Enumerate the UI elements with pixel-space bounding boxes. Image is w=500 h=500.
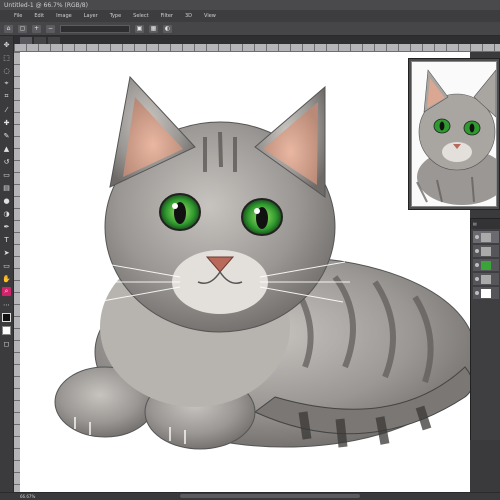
layer-row[interactable] — [473, 273, 499, 285]
history-brush-icon[interactable]: ↺ — [2, 157, 11, 166]
shape-tool-icon[interactable]: ▭ — [2, 261, 11, 270]
document-tabs — [14, 36, 500, 44]
move-tool-icon[interactable]: ✥ — [2, 40, 11, 49]
lasso-tool-icon[interactable]: ◌ — [2, 66, 11, 75]
visibility-eye-icon[interactable] — [475, 235, 479, 239]
healing-tool-icon[interactable]: ✚ — [2, 118, 11, 127]
navigator-panel[interactable] — [408, 58, 500, 210]
layer-thumbnail — [481, 288, 491, 298]
eyedropper-tool-icon[interactable]: ⁄ — [2, 105, 11, 114]
document-tab[interactable] — [48, 37, 60, 44]
layer-thumbnail — [481, 232, 491, 242]
visibility-eye-icon[interactable] — [475, 263, 479, 267]
document-tab[interactable] — [34, 37, 46, 44]
menu-3d[interactable]: 3D — [185, 13, 192, 19]
layer-row[interactable] — [473, 231, 499, 243]
menu-layer[interactable]: Layer — [84, 13, 98, 19]
document-tab[interactable] — [20, 37, 32, 44]
visibility-eye-icon[interactable] — [475, 277, 479, 281]
zoom-level[interactable]: 66.67% — [20, 494, 35, 499]
options-bar: ⌂ ▢ + − ▣ ▦ ◐ — [0, 22, 500, 36]
path-select-tool-icon[interactable]: ➤ — [2, 248, 11, 257]
document-canvas[interactable] — [20, 52, 475, 492]
menu-edit[interactable]: Edit — [34, 13, 44, 19]
quick-mask-icon[interactable]: ◻ — [2, 339, 11, 348]
option-mask-icon[interactable]: ◐ — [163, 24, 172, 33]
layers-panel: ▤ — [470, 218, 500, 440]
option-grid-icon[interactable]: ▦ — [149, 24, 158, 33]
option-subtract-icon[interactable]: − — [46, 24, 55, 33]
layer-row[interactable] — [473, 245, 499, 257]
brush-tool-icon[interactable]: ✎ — [2, 131, 11, 140]
blur-tool-icon[interactable]: ● — [2, 196, 11, 205]
type-tool-icon[interactable]: T — [2, 235, 11, 244]
menu-image[interactable]: Image — [56, 13, 72, 19]
home-icon[interactable]: ⌂ — [4, 24, 13, 33]
menu-view[interactable]: View — [204, 13, 216, 19]
menu-file[interactable]: File — [14, 13, 22, 19]
option-toggle-icon[interactable]: ▣ — [135, 24, 144, 33]
layer-thumbnail — [481, 246, 491, 256]
foreground-color-swatch[interactable] — [2, 313, 11, 322]
option-add-icon[interactable]: + — [32, 24, 41, 33]
horizontal-ruler — [14, 44, 500, 52]
layer-row[interactable] — [473, 287, 499, 299]
zoom-tool-icon[interactable]: ⌕ — [2, 287, 11, 296]
menu-select[interactable]: Select — [133, 13, 148, 19]
visibility-eye-icon[interactable] — [475, 291, 479, 295]
eraser-tool-icon[interactable]: ▭ — [2, 170, 11, 179]
title-bar: Untitled-1 @ 66.7% (RGB/8) — [0, 0, 500, 10]
dodge-tool-icon[interactable]: ◑ — [2, 209, 11, 218]
window-title: Untitled-1 @ 66.7% (RGB/8) — [4, 1, 88, 9]
options-field[interactable] — [60, 24, 130, 33]
layer-row[interactable] — [473, 259, 499, 271]
navigator-cat-thumbnail — [412, 62, 496, 206]
stamp-tool-icon[interactable]: ▲ — [2, 144, 11, 153]
menu-bar: File Edit Image Layer Type Select Filter… — [0, 10, 500, 22]
menu-filter[interactable]: Filter — [161, 13, 173, 19]
marquee-tool-icon[interactable]: ⬚ — [2, 53, 11, 62]
layers-panel-header: ▤ — [471, 219, 500, 229]
edit-toolbar-icon[interactable]: ⋯ — [2, 300, 11, 309]
background-color-swatch[interactable] — [2, 326, 11, 335]
layer-thumbnail — [481, 274, 491, 284]
crop-tool-icon[interactable]: ⌗ — [2, 92, 11, 101]
gradient-tool-icon[interactable]: ▤ — [2, 183, 11, 192]
hand-tool-icon[interactable]: ✋ — [2, 274, 11, 283]
pen-tool-icon[interactable]: ✒ — [2, 222, 11, 231]
quick-select-tool-icon[interactable]: ⌖ — [2, 79, 11, 88]
menu-type[interactable]: Type — [110, 13, 121, 19]
navigator-preview — [411, 61, 497, 207]
visibility-eye-icon[interactable] — [475, 249, 479, 253]
layer-thumbnail — [481, 260, 491, 270]
horizontal-scrollbar[interactable] — [180, 494, 360, 498]
tools-panel: ✥ ⬚ ◌ ⌖ ⌗ ⁄ ✚ ✎ ▲ ↺ ▭ ▤ ● ◑ ✒ T ➤ ▭ ✋ ⌕ … — [0, 36, 14, 500]
tool-preset-icon[interactable]: ▢ — [18, 24, 27, 33]
